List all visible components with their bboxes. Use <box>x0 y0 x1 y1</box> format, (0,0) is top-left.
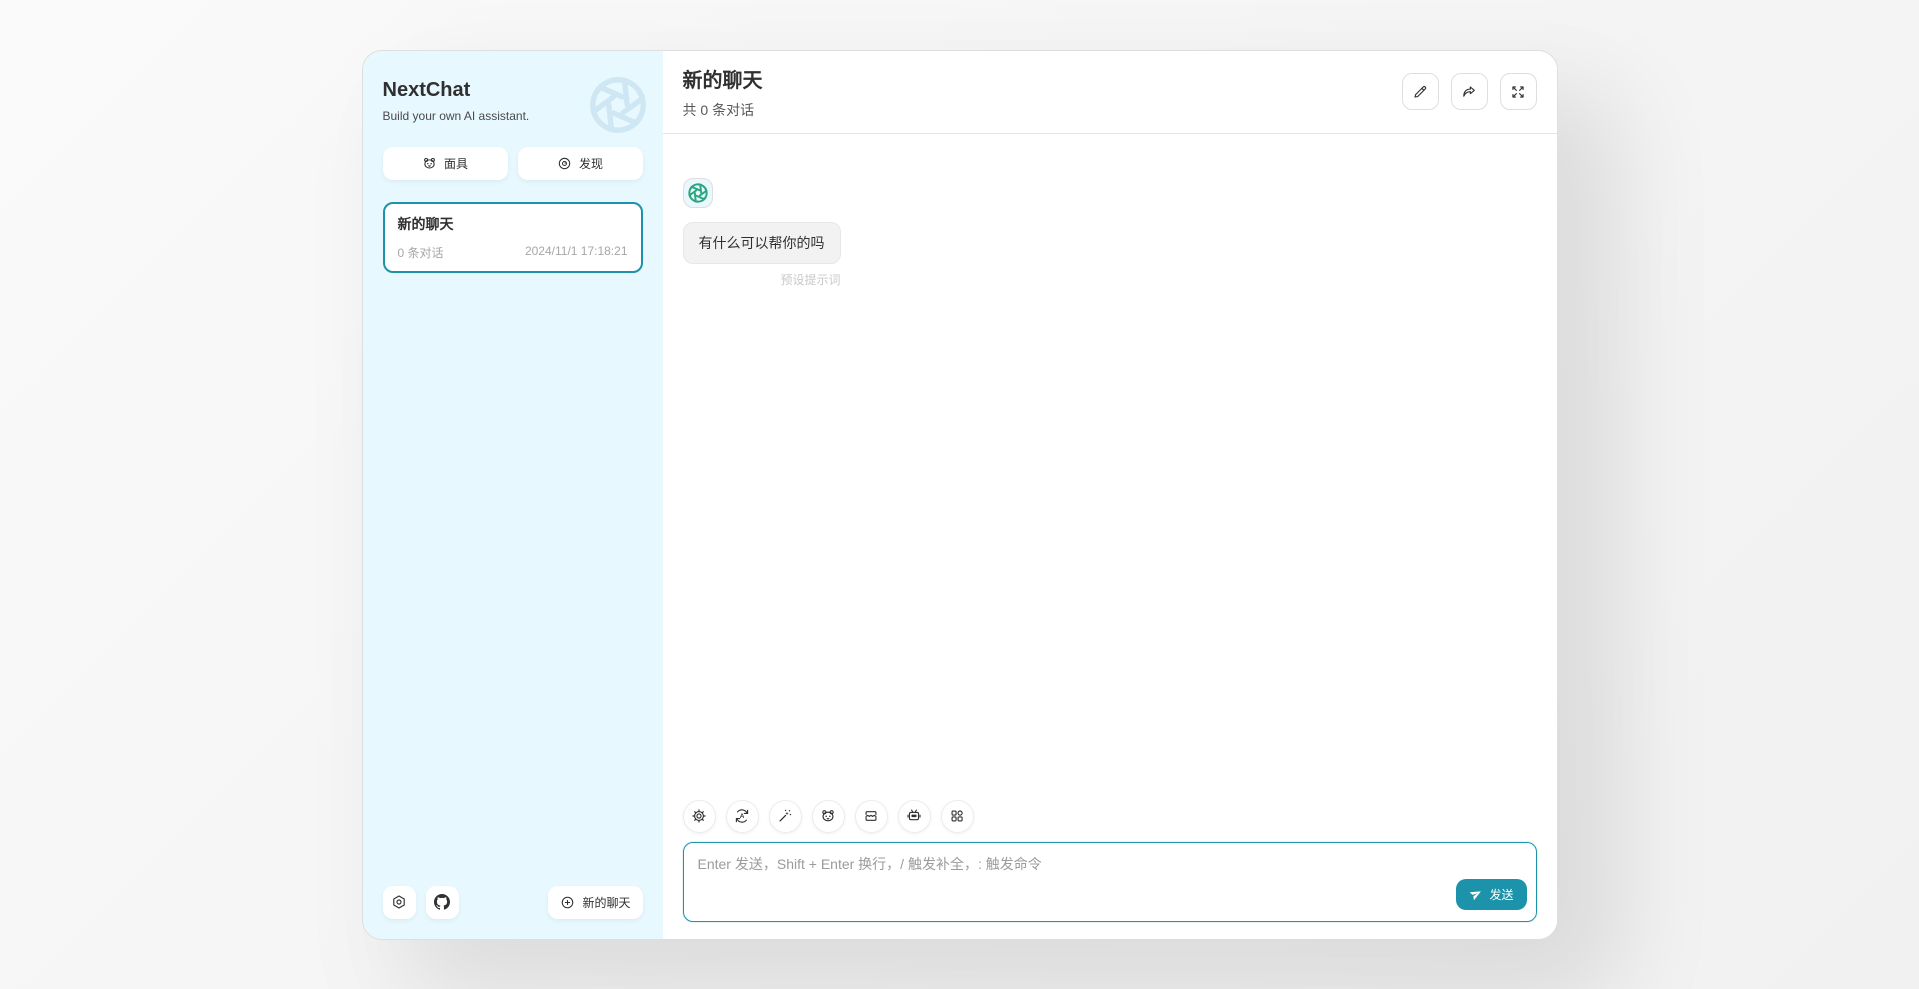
robot-icon <box>906 808 922 824</box>
session-message-count: 0 条对话 <box>398 244 444 261</box>
session-timestamp: 2024/11/1 17:18:21 <box>525 244 628 261</box>
chat-settings-button[interactable] <box>683 800 716 833</box>
github-icon <box>434 894 450 910</box>
mask-button-label: 面具 <box>444 155 468 172</box>
session-meta: 0 条对话 2024/11/1 17:18:21 <box>398 244 628 261</box>
composer: 发送 <box>683 842 1537 922</box>
mask-button[interactable]: 面具 <box>383 147 508 180</box>
prompt-hint-label: 预设提示词 <box>780 271 840 288</box>
share-arrow-icon <box>1461 84 1477 100</box>
chat-message-list: 有什么可以帮你的吗 预设提示词 <box>663 134 1557 800</box>
export-button[interactable] <box>1451 73 1488 110</box>
chat-subtitle: 共 0 条对话 <box>683 100 763 120</box>
auto-theme-icon: A <box>734 808 750 824</box>
add-circle-icon <box>560 895 575 910</box>
assistant-avatar <box>683 178 713 208</box>
app-window: NextChat Build your own AI assistant. 面具 <box>362 50 1558 940</box>
assistant-message: 有什么可以帮你的吗 预设提示词 <box>683 178 841 288</box>
chat-input[interactable] <box>683 842 1537 922</box>
model-select-button[interactable] <box>898 800 931 833</box>
sidebar: NextChat Build your own AI assistant. 面具 <box>363 51 663 939</box>
gear-icon <box>691 808 707 824</box>
clear-context-icon <box>863 808 879 824</box>
new-chat-button-label: 新的聊天 <box>582 894 630 911</box>
clear-context-button[interactable] <box>855 800 888 833</box>
mask-icon <box>820 808 836 824</box>
nextchat-logo-icon <box>586 73 650 137</box>
settings-button[interactable] <box>383 886 416 919</box>
chat-session-item[interactable]: 新的聊天 0 条对话 2024/11/1 17:18:21 <box>383 202 643 273</box>
mask-icon <box>422 156 437 171</box>
chat-header: 新的聊天 共 0 条对话 <box>663 51 1557 134</box>
svg-text:A: A <box>740 813 745 820</box>
rename-button[interactable] <box>1402 73 1439 110</box>
chat-title: 新的聊天 <box>683 64 763 93</box>
openai-logo-icon <box>687 182 709 204</box>
chat-panel: 新的聊天 共 0 条对话 <box>663 51 1557 939</box>
discover-button[interactable]: 发现 <box>518 147 643 180</box>
github-button[interactable] <box>426 886 459 919</box>
session-title: 新的聊天 <box>398 214 628 234</box>
chat-header-titles: 新的聊天 共 0 条对话 <box>683 64 763 120</box>
message-bubble[interactable]: 有什么可以帮你的吗 <box>683 222 841 264</box>
discover-icon <box>557 156 572 171</box>
masks-button[interactable] <box>812 800 845 833</box>
new-chat-button[interactable]: 新的聊天 <box>548 886 642 919</box>
sidebar-footer: 新的聊天 <box>383 886 643 919</box>
grid-shapes-icon <box>949 808 965 824</box>
pencil-icon <box>1412 84 1428 100</box>
settings-gear-icon <box>391 894 407 910</box>
send-button[interactable]: 发送 <box>1456 879 1526 910</box>
composer-toolbar: A <box>663 800 1557 833</box>
chat-header-actions <box>1402 73 1537 110</box>
fullscreen-button[interactable] <box>1500 73 1537 110</box>
paper-plane-icon <box>1469 887 1483 901</box>
fullscreen-icon <box>1510 84 1526 100</box>
magic-wand-icon <box>777 808 793 824</box>
sidebar-quick-buttons: 面具 发现 <box>383 147 643 180</box>
prompt-shortcut-button[interactable] <box>769 800 802 833</box>
send-button-label: 发送 <box>1489 886 1513 903</box>
theme-toggle-button[interactable]: A <box>726 800 759 833</box>
discover-button-label: 发现 <box>579 155 603 172</box>
plugins-button[interactable] <box>941 800 974 833</box>
